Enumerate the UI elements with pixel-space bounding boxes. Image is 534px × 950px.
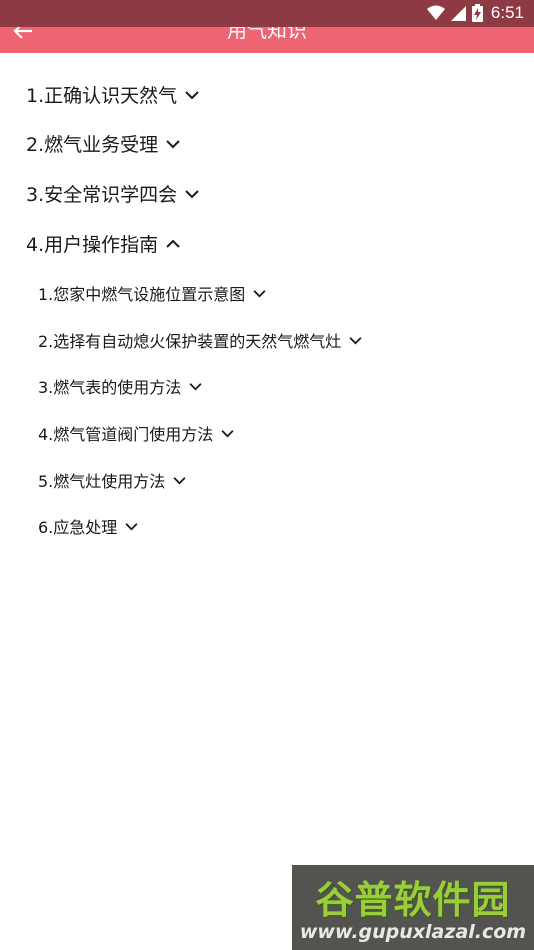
watermark: 谷普软件园 www.gupuxlazal.com: [292, 865, 534, 950]
chevron-down-icon: [184, 90, 200, 100]
chevron-down-icon: [124, 522, 139, 531]
submenu-item-meter-usage[interactable]: 3.燃气表的使用方法: [38, 374, 203, 398]
menu-item-business[interactable]: 2.燃气业务受理: [26, 130, 181, 157]
submenu-item-facility-location[interactable]: 1.您家中燃气设施位置示意图: [38, 281, 267, 305]
submenu-item-stove-usage[interactable]: 5.燃气灶使用方法: [38, 468, 187, 492]
submenu-item-label: 5.燃气灶使用方法: [38, 472, 166, 491]
submenu-item-label: 1.您家中燃气设施位置示意图: [38, 285, 246, 304]
submenu-item-valve-usage[interactable]: 4.燃气管道阀门使用方法: [38, 421, 235, 445]
watermark-title: 谷普软件园: [315, 878, 511, 922]
cell-signal-icon: [450, 5, 466, 21]
submenu-item-label: 4.燃气管道阀门使用方法: [38, 425, 214, 444]
menu-item-label: 2.燃气业务受理: [26, 134, 159, 156]
submenu-item-label: 3.燃气表的使用方法: [38, 378, 182, 397]
menu-item-user-guide[interactable]: 4.用户操作指南: [26, 230, 181, 257]
chevron-down-icon: [252, 289, 267, 298]
app-bar: 用气知识: [0, 27, 534, 53]
chevron-down-icon: [184, 189, 200, 199]
menu-item-gas-basics[interactable]: 1.正确认识天然气: [26, 81, 200, 108]
battery-charging-icon: [471, 4, 483, 22]
chevron-up-icon: [165, 239, 181, 249]
chevron-down-icon: [188, 382, 203, 391]
wifi-icon: [426, 5, 445, 21]
watermark-url: www.gupuxlazal.com: [299, 921, 527, 943]
chevron-down-icon: [165, 139, 181, 149]
chevron-down-icon: [220, 429, 235, 438]
menu-item-label: 4.用户操作指南: [26, 234, 159, 256]
status-icons: 6:51: [426, 3, 524, 23]
status-time: 6:51: [490, 3, 524, 22]
page-title: 用气知识: [227, 27, 307, 42]
submenu-item-stove-selection[interactable]: 2.选择有自动熄火保护装置的天然气燃气灶: [38, 328, 363, 352]
submenu-item-emergency[interactable]: 6.应急处理: [38, 514, 139, 538]
chevron-down-icon: [172, 476, 187, 485]
submenu-item-label: 2.选择有自动熄火保护装置的天然气燃气灶: [38, 332, 342, 351]
menu-item-label: 1.正确认识天然气: [26, 85, 178, 107]
menu-item-label: 3.安全常识学四会: [26, 184, 178, 206]
submenu-item-label: 6.应急处理: [38, 518, 118, 537]
menu-item-safety[interactable]: 3.安全常识学四会: [26, 180, 200, 207]
chevron-down-icon: [348, 336, 363, 345]
status-bar: 6:51: [0, 0, 534, 27]
